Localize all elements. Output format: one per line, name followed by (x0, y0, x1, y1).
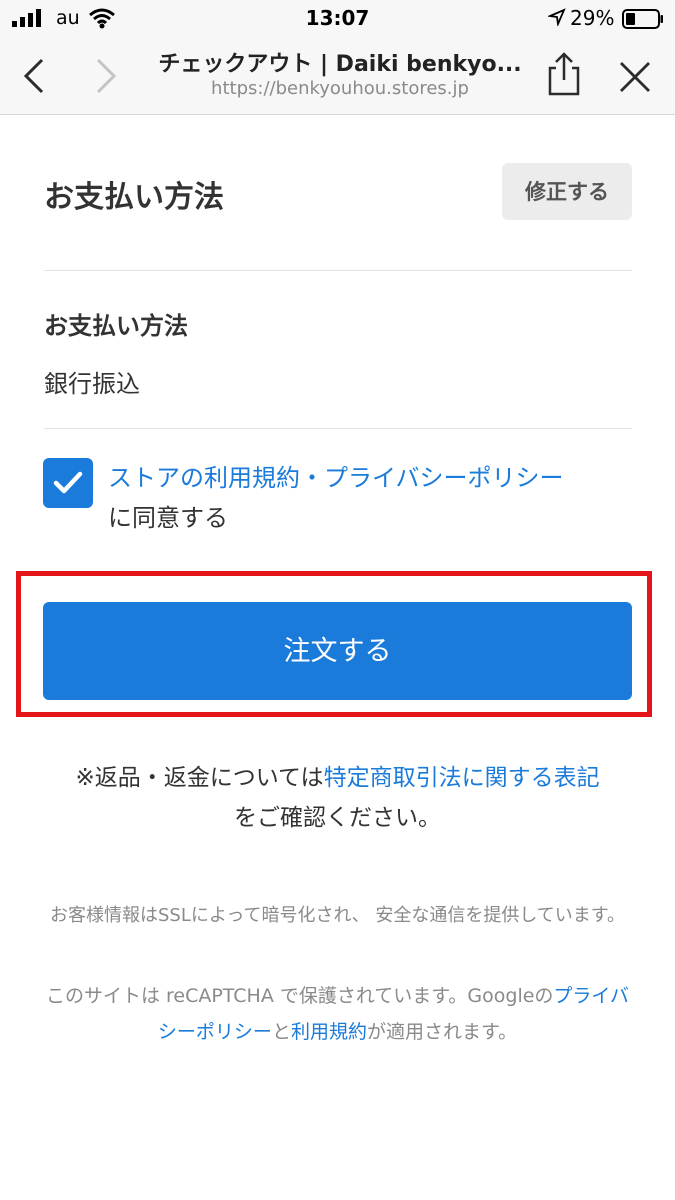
store-terms-link[interactable]: ストアの利用規約 (108, 464, 300, 492)
agreement-suffix: に同意する (108, 504, 228, 532)
recaptcha-note: このサイトは reCAPTCHA で保護されています。Googleのプライバシー… (40, 978, 635, 1050)
location-arrow-icon (546, 8, 566, 31)
agreement-text: ストアの利用規約・プライバシーポリシー に同意する (108, 458, 564, 538)
edit-button[interactable]: 修正する (502, 163, 632, 220)
payment-method-value: 銀行振込 (44, 370, 140, 398)
close-icon[interactable] (618, 60, 652, 98)
google-terms-link[interactable]: 利用規約 (291, 1021, 367, 1043)
battery-icon (622, 9, 664, 34)
commerce-law-link[interactable]: 特定商取引法に関する表記 (324, 765, 600, 791)
ssl-note: お客様情報はSSLによって暗号化され、 安全な通信を提供しています。 (50, 905, 625, 926)
notice-prefix: ※返品・返金については (75, 765, 324, 791)
divider (44, 270, 632, 271)
payment-method-label: お支払い方法 (44, 312, 188, 340)
browser-nav-bar: チェックアウト | Daiki benkyo... https://benkyo… (0, 36, 675, 115)
page-url: https://benkyouhou.stores.jp (211, 78, 469, 99)
order-button[interactable]: 注文する (43, 602, 632, 700)
recaptcha-suffix: が適用されます。 (366, 1021, 518, 1043)
payment-section-title: お支払い方法 (44, 180, 224, 215)
chevron-right-icon[interactable] (92, 56, 120, 100)
recaptcha-prefix: このサイトは reCAPTCHA で保護されています。Googleの (45, 985, 554, 1007)
battery-percent: 29% (570, 6, 615, 30)
notice-suffix: をご確認ください。 (234, 805, 441, 831)
separator: ・ (300, 464, 324, 492)
privacy-policy-link[interactable]: プライバシーポリシー (324, 464, 564, 492)
chevron-left-icon[interactable] (20, 56, 48, 100)
agreement-checkbox[interactable] (43, 458, 93, 508)
divider (44, 428, 632, 429)
status-bar: au 13:07 29% (0, 0, 675, 36)
recaptcha-and: と (271, 1021, 291, 1043)
checkmark-icon (53, 471, 83, 494)
page-title: チェックアウト | Daiki benkyo... (158, 52, 522, 77)
return-notice: ※返品・返金については特定商取引法に関する表記 をご確認ください。 (0, 758, 675, 838)
share-icon[interactable] (544, 50, 584, 102)
